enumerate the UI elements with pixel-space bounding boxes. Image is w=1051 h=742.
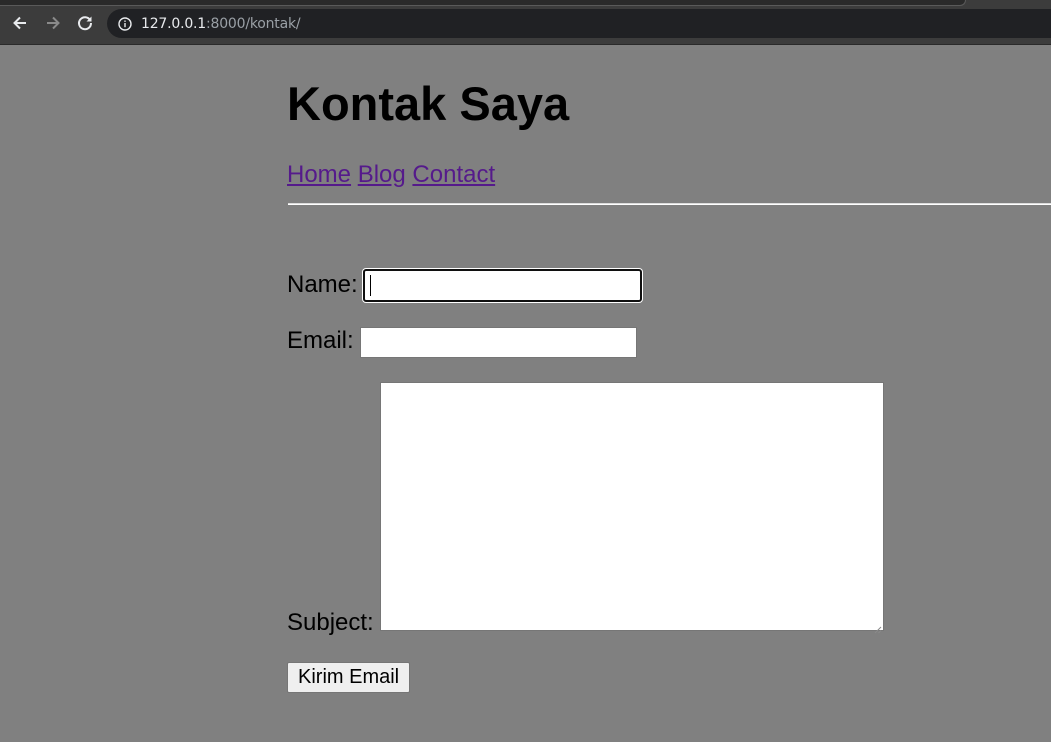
site-info-icon[interactable] xyxy=(118,16,132,31)
email-label: Email: xyxy=(287,327,354,354)
name-input[interactable] xyxy=(363,269,642,302)
resize-grip-icon[interactable] xyxy=(874,621,882,634)
nav-link-blog[interactable]: Blog xyxy=(358,161,406,188)
site-nav: Home Blog Contact xyxy=(287,161,495,189)
nav-link-contact[interactable]: Contact xyxy=(412,161,495,188)
back-arrow-icon[interactable] xyxy=(9,12,31,34)
forward-arrow-icon[interactable] xyxy=(42,12,64,34)
name-label: Name: xyxy=(287,271,358,298)
page-title: Kontak Saya xyxy=(287,77,570,130)
send-email-button[interactable]: Kirim Email xyxy=(287,662,411,693)
reload-icon[interactable] xyxy=(74,12,96,34)
address-bar[interactable]: 127.0.0.1:8000/kontak/ xyxy=(107,9,1051,38)
url-path: :8000/kontak/ xyxy=(206,15,301,32)
email-input[interactable] xyxy=(360,327,637,358)
url-host: 127.0.0.1 xyxy=(141,15,206,32)
tab-strip-edge xyxy=(0,0,966,6)
horizontal-rule xyxy=(288,203,1051,205)
browser-toolbar: 127.0.0.1:8000/kontak/ xyxy=(0,0,1051,45)
subject-label: Subject: xyxy=(287,609,374,636)
nav-link-home[interactable]: Home xyxy=(287,161,351,188)
subject-textarea[interactable] xyxy=(380,382,884,634)
text-caret xyxy=(370,275,371,296)
url-text: 127.0.0.1:8000/kontak/ xyxy=(141,15,301,32)
